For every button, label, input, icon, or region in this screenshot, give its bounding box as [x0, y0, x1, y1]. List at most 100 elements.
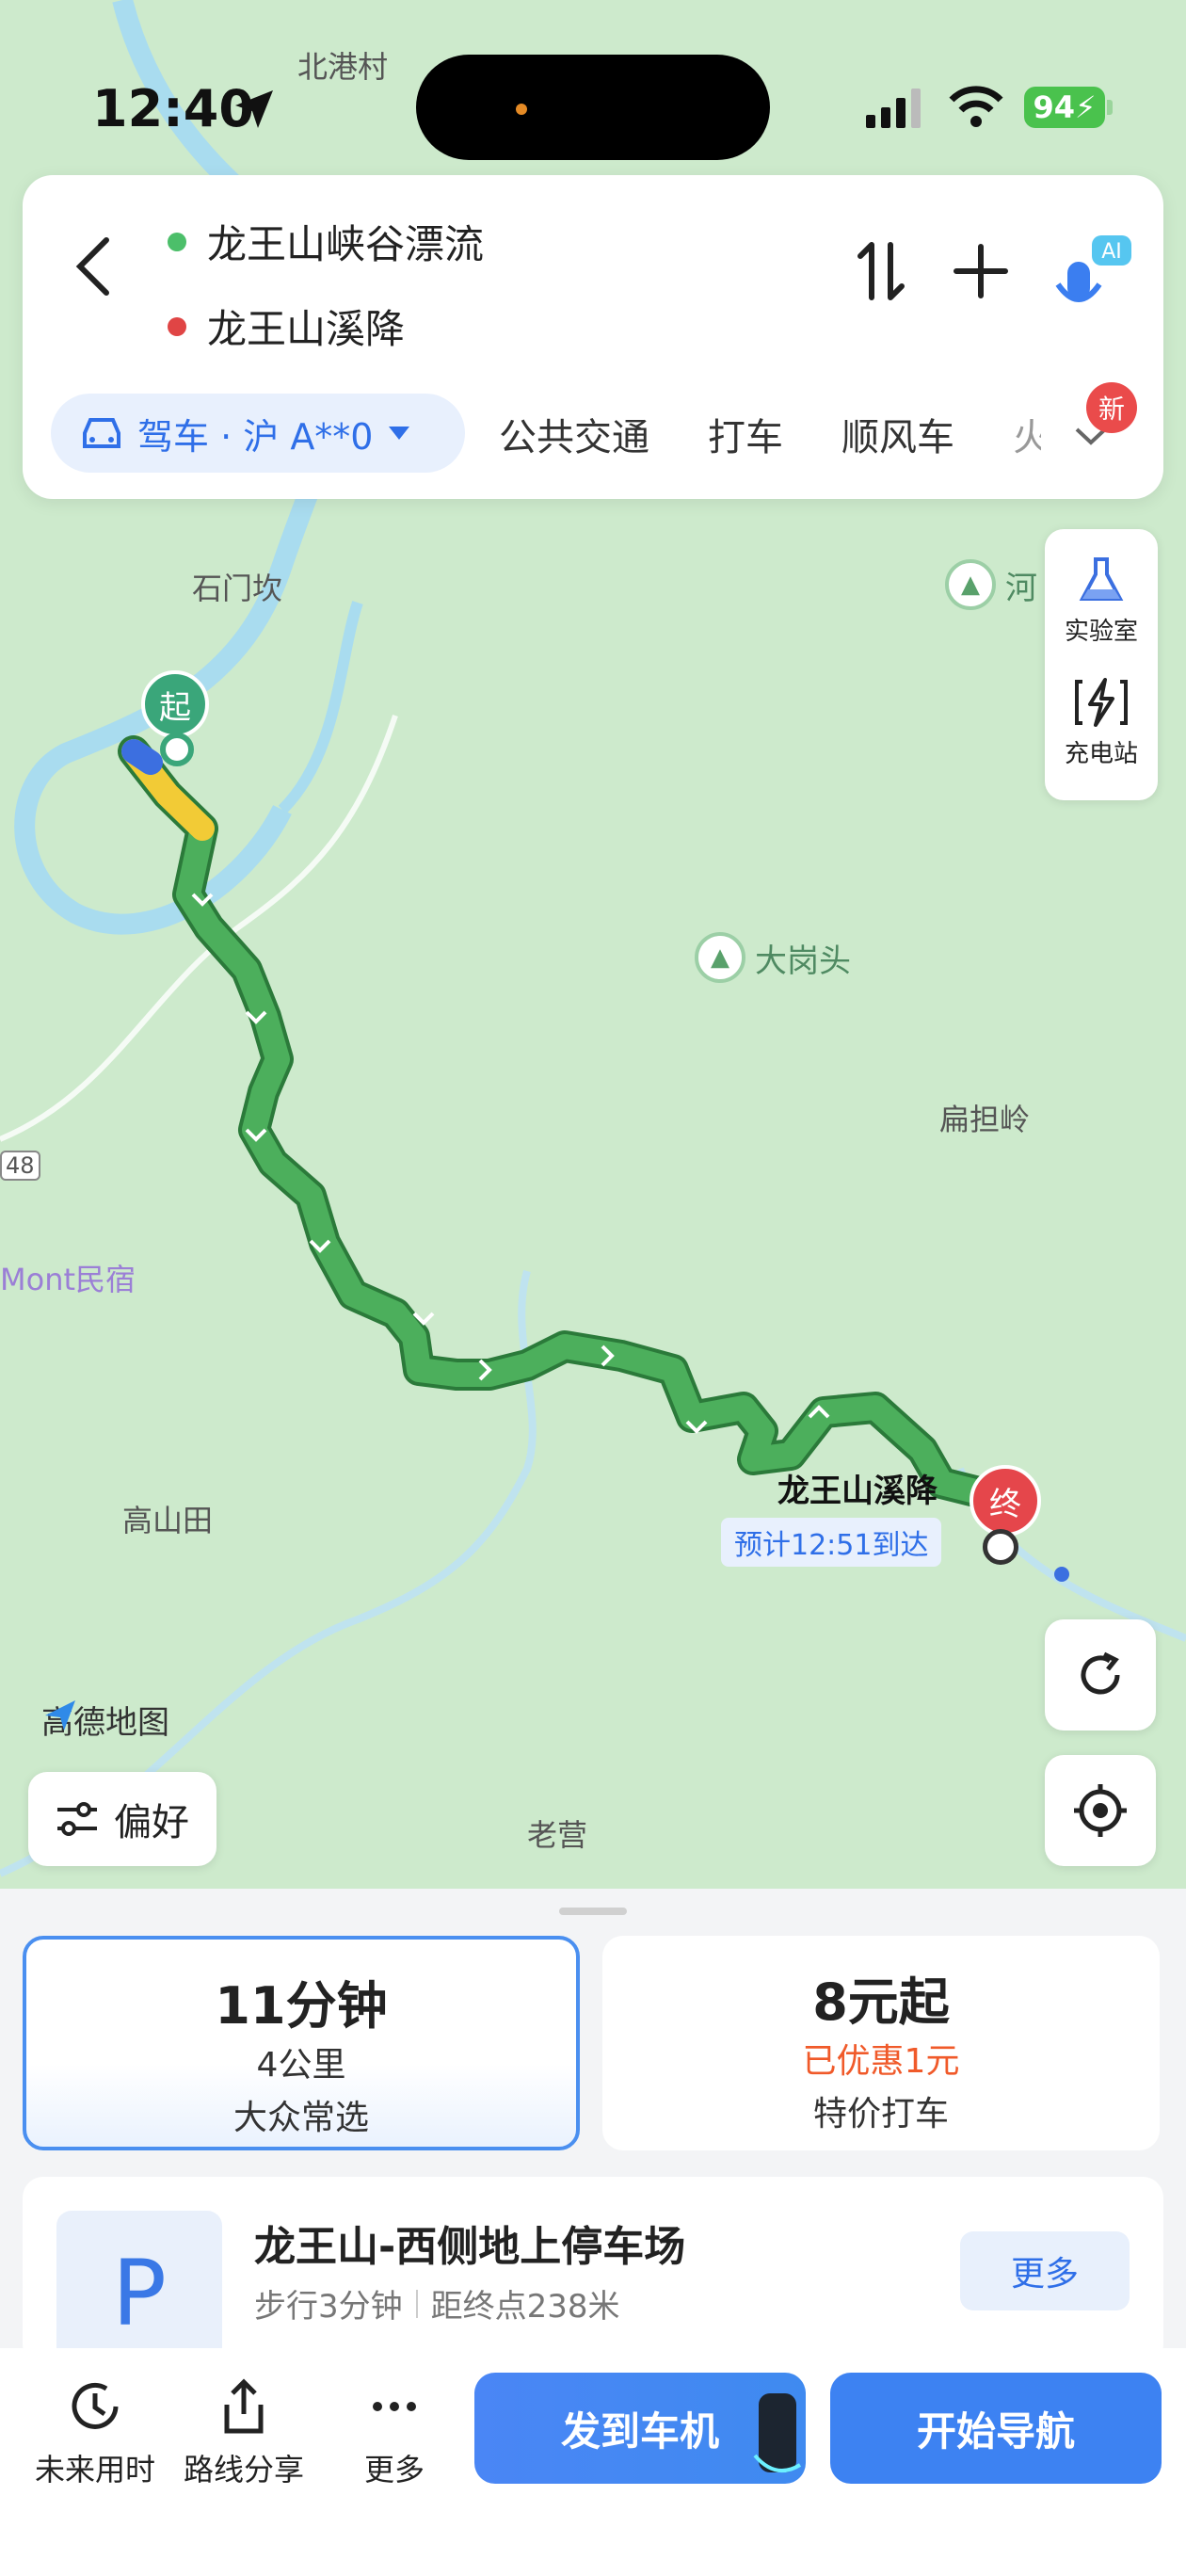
caret-down-icon — [388, 427, 409, 440]
bottom-action-bar: 未来用时 路线分享 更多 发到车机 开始导航 — [0, 2348, 1186, 2576]
drive-tag: 大众常选 — [232, 2099, 369, 2137]
start-navigation-button[interactable]: 开始导航 — [830, 2373, 1162, 2484]
share-route-button[interactable]: 路线分享 — [173, 2376, 314, 2489]
swap-route-button[interactable] — [847, 233, 922, 309]
location-arrow-icon — [235, 90, 273, 128]
clock-icon — [72, 2382, 119, 2429]
parking-more-button[interactable]: 更多 — [960, 2231, 1130, 2310]
poi-he[interactable]: ▲ 河 — [945, 559, 1037, 610]
lightning-icon — [1075, 678, 1128, 727]
battery-level: 94 — [1033, 89, 1076, 125]
map-label-laoying: 老营 — [527, 1817, 588, 1853]
eta-label: 预计12:51到达 — [721, 1518, 942, 1567]
share-icon — [224, 2378, 264, 2434]
flask-icon — [1079, 557, 1124, 601]
charging-station-button[interactable]: 充电站 — [1045, 676, 1158, 769]
taxi-option-card[interactable]: 8元起 已优惠1元 特价打车 — [602, 1936, 1160, 2150]
destination-field[interactable]: 龙王山溪降 — [168, 298, 405, 355]
parking-icon: P — [56, 2211, 222, 2365]
share-route-label: 路线分享 — [183, 2452, 304, 2487]
wifi-icon — [949, 86, 1003, 127]
more-button[interactable]: 更多 — [324, 2376, 465, 2489]
parking-name: 龙王山-西侧地上停车场 — [254, 2223, 686, 2271]
map-label-gaoshantian: 高山田 — [122, 1503, 214, 1538]
more-label: 更多 — [363, 2452, 425, 2487]
map-tools-panel: 实验室 充电站 — [1045, 529, 1158, 800]
send-to-car-label: 发到车机 — [560, 2407, 719, 2455]
road-number-shield: 48 — [0, 1151, 40, 1181]
status-bar: 12:40 94 ⚡ — [0, 0, 1186, 169]
sliders-icon — [57, 1802, 97, 1836]
start-marker[interactable]: 起 — [141, 670, 209, 738]
origin-field[interactable]: 龙王山峡谷漂流 — [168, 213, 484, 270]
drive-mode-label: 驾车 · 沪 A**0 — [137, 415, 374, 458]
mountain-icon: ▲ — [695, 932, 745, 983]
map-label-shimenkan: 石门坎 — [192, 571, 283, 606]
chevron-left-icon — [75, 237, 109, 296]
drive-time: 11分钟 — [215, 1976, 388, 2036]
my-location-dot — [1054, 1567, 1069, 1582]
future-time-button[interactable]: 未来用时 — [24, 2376, 166, 2489]
route-line[interactable] — [121, 739, 1010, 1509]
car-device-icon — [753, 2393, 802, 2473]
preference-button[interactable]: 偏好 — [28, 1772, 216, 1866]
destination-text: 龙王山溪降 — [207, 306, 406, 352]
tab-train[interactable]: 火 — [1013, 407, 1041, 461]
parking-meta: 步行3分钟 距终点238米 — [254, 2280, 620, 2326]
parking-walk-time: 步行3分钟 — [254, 2288, 403, 2326]
end-name-label: 龙王山溪降 — [777, 1473, 938, 1510]
locate-me-button[interactable] — [1045, 1755, 1156, 1866]
battery-tip — [1107, 100, 1113, 115]
river-branch — [278, 601, 363, 814]
destination-dot — [168, 316, 186, 336]
privacy-indicator — [516, 104, 527, 115]
parking-suggestion-card[interactable]: P 龙王山-西侧地上停车场 步行3分钟 距终点238米 更多 — [23, 2177, 1163, 2365]
taxi-price: 8元起 — [812, 1972, 950, 2032]
refresh-icon — [1081, 1651, 1120, 1695]
signal-icon — [866, 89, 921, 128]
ai-voice-button[interactable]: AI — [1043, 228, 1137, 322]
route-start-segment — [121, 739, 163, 775]
crosshair-icon — [1074, 1784, 1127, 1837]
drive-distance: 4公里 — [256, 2046, 346, 2085]
back-button[interactable] — [60, 224, 126, 309]
amap-logo-icon — [45, 1700, 75, 1731]
poi-dagangtou[interactable]: ▲ 大岗头 — [695, 932, 851, 983]
taxi-discount: 已优惠1元 — [802, 2042, 960, 2081]
preference-label: 偏好 — [114, 1801, 189, 1844]
dynamic-island — [416, 55, 770, 160]
poi-he-label: 河 — [1005, 569, 1037, 607]
send-to-car-button[interactable]: 发到车机 — [474, 2373, 806, 2484]
more-dots-icon — [373, 2402, 416, 2411]
start-point-dot — [160, 733, 194, 766]
svg-text:AI: AI — [1101, 240, 1122, 264]
map-label-biandanling: 扁担岭 — [939, 1102, 1031, 1137]
end-marker[interactable]: 终 — [970, 1465, 1041, 1537]
new-badge: 新 — [1086, 382, 1137, 433]
divider — [415, 2289, 418, 2318]
lab-button[interactable]: 实验室 — [1045, 554, 1158, 647]
mountain-icon: ▲ — [945, 559, 996, 610]
tab-carpool[interactable]: 顺风车 — [841, 407, 954, 461]
end-point-dot — [983, 1529, 1018, 1565]
future-time-label: 未来用时 — [34, 2452, 155, 2487]
tab-public-transit[interactable]: 公共交通 — [499, 407, 649, 461]
drive-option-card[interactable]: 11分钟 4公里 大众常选 — [23, 1936, 580, 2150]
amap-logo: 高德地图 — [41, 1697, 169, 1743]
tab-taxi[interactable]: 打车 — [708, 407, 783, 461]
drive-mode-selector[interactable]: 驾车 · 沪 A**0 — [51, 394, 465, 473]
sheet-grabber[interactable] — [559, 1908, 627, 1915]
route-planner-card: 龙王山峡谷漂流 龙王山溪降 AI 驾车 · 沪 A**0 公共交通 打车 顺风车… — [23, 175, 1163, 499]
taxi-tag: 特价打车 — [812, 2095, 949, 2133]
origin-dot — [168, 232, 186, 251]
poi-dagangtou-label: 大岗头 — [755, 942, 851, 980]
charging-label: 充电站 — [1064, 740, 1138, 768]
refresh-route-button[interactable] — [1045, 1619, 1156, 1731]
battery-indicator: 94 ⚡ — [1024, 87, 1105, 128]
add-stop-button[interactable] — [943, 233, 1018, 309]
status-time: 12:40 — [92, 79, 254, 138]
map-label-mont-homestay: Mont民宿 — [0, 1262, 136, 1297]
parking-distance: 距终点238米 — [430, 2288, 620, 2326]
car-icon — [83, 418, 120, 448]
origin-text: 龙王山峡谷漂流 — [207, 221, 485, 267]
